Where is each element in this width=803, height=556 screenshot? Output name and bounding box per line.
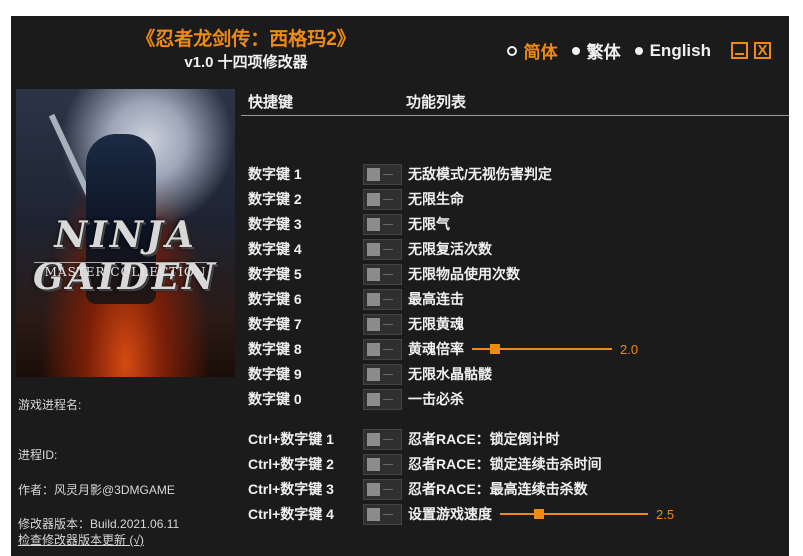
- cheat-row: 数字键 2 无限生命: [248, 188, 464, 210]
- cheat-row: Ctrl+数字键 2 忍者RACE：锁定连续击杀时间: [248, 453, 602, 475]
- hotkey-label: 数字键 5: [248, 266, 302, 282]
- slider-track: [500, 513, 648, 515]
- trainer-subtitle: v1.0 十四项修改器: [184, 54, 308, 71]
- cheat-row: 数字键 8 黄魂倍率 2.0: [248, 338, 638, 360]
- cheat-toggle[interactable]: [363, 363, 402, 385]
- hotkey-label: Ctrl+数字键 2: [248, 456, 334, 472]
- cheat-label: 无限物品使用次数: [408, 266, 520, 282]
- lang-label: 简体: [523, 43, 558, 62]
- hotkey-label: 数字键 4: [248, 241, 302, 257]
- cheat-label: 一击必杀: [408, 391, 464, 407]
- cheat-row: 数字键 3 无限气: [248, 213, 450, 235]
- cheat-label: 无限黄魂: [408, 316, 464, 332]
- cheat-row: Ctrl+数字键 3 忍者RACE：最高连续击杀数: [248, 478, 588, 500]
- cheat-label: 无限生命: [408, 191, 464, 207]
- hotkey-label: 数字键 2: [248, 191, 302, 207]
- cheat-row: 数字键 1 无敌模式/无视伤害判定: [248, 163, 552, 185]
- cheat-toggle[interactable]: [363, 338, 402, 360]
- speed-slider[interactable]: [500, 503, 648, 525]
- hotkey-label: 数字键 7: [248, 316, 302, 332]
- slider-thumb[interactable]: [490, 344, 500, 354]
- cheat-row: 数字键 9 无限水晶骷髅: [248, 363, 492, 385]
- hotkey-header: 快捷键: [248, 94, 294, 111]
- multiplier-slider[interactable]: [472, 338, 612, 360]
- minimize-icon[interactable]: [731, 42, 748, 59]
- cheat-row: 数字键 4 无限复活次数: [248, 238, 492, 260]
- cheat-label: 黄魂倍率: [408, 341, 464, 357]
- game-title: 《忍者龙剑传：西格玛2》: [136, 29, 356, 50]
- radio-icon: [634, 46, 643, 55]
- cheat-row: 数字键 6 最高连击: [248, 288, 464, 310]
- lang-label: English: [649, 40, 711, 60]
- cover-collection: MASTER COLLECTION: [34, 262, 217, 279]
- cheat-toggle[interactable]: [363, 238, 402, 260]
- hotkey-label: 数字键 1: [248, 166, 302, 182]
- cheat-toggle[interactable]: [363, 428, 402, 450]
- features-header: 功能列表: [406, 94, 467, 111]
- cheat-label: 无限复活次数: [408, 241, 492, 257]
- slider-value: 2.5: [656, 506, 675, 522]
- slider-value: 2.0: [620, 341, 639, 357]
- update-check-link[interactable]: 检查修改器版本更新 (√): [18, 531, 144, 548]
- cheat-label: 设置游戏速度: [408, 506, 492, 522]
- hotkey-label: Ctrl+数字键 4: [248, 506, 334, 522]
- cheat-label: 无敌模式/无视伤害判定: [408, 166, 552, 182]
- cheat-toggle[interactable]: [363, 313, 402, 335]
- cheat-toggle[interactable]: [363, 188, 402, 210]
- cheat-label: 无限气: [408, 216, 450, 232]
- cheat-label: 无限水晶骷髅: [408, 366, 492, 382]
- cheat-row: 数字键 0 一击必杀: [248, 388, 464, 410]
- lang-option-simplified[interactable]: 简体: [506, 38, 558, 63]
- version-label: 修改器版本：Build.2021.06.11: [18, 517, 180, 531]
- cheat-label: 忍者RACE：锁定连续击杀时间: [408, 456, 602, 472]
- lang-option-traditional[interactable]: 繁体: [571, 38, 621, 63]
- cheat-toggle[interactable]: [363, 388, 402, 410]
- cheat-toggle[interactable]: [363, 478, 402, 500]
- hotkey-label: 数字键 9: [248, 366, 302, 382]
- slider-thumb[interactable]: [534, 509, 544, 519]
- lang-label: 繁体: [586, 43, 621, 62]
- hotkey-label: 数字键 6: [248, 291, 302, 307]
- cheat-toggle[interactable]: [363, 503, 402, 525]
- cheat-label: 忍者RACE：最高连续击杀数: [408, 481, 588, 497]
- game-cover-image: NINJA GAIDEN MASTER COLLECTION: [16, 89, 235, 377]
- cheat-toggle[interactable]: [363, 453, 402, 475]
- cheat-toggle[interactable]: [363, 263, 402, 285]
- cheat-toggle[interactable]: [363, 163, 402, 185]
- cheat-toggle[interactable]: [363, 213, 402, 235]
- process-id-label: 进程ID:: [18, 448, 58, 462]
- lang-option-english[interactable]: English: [634, 40, 711, 61]
- trainer-window: 《忍者龙剑传：西格玛2》 v1.0 十四项修改器 简体 繁体 English X…: [11, 16, 789, 556]
- cover-logo: NINJA GAIDEN: [32, 214, 219, 298]
- hotkey-label: 数字键 0: [248, 391, 302, 407]
- cheat-row: Ctrl+数字键 1 忍者RACE：锁定倒计时: [248, 428, 560, 450]
- cheat-label: 忍者RACE：锁定倒计时: [408, 431, 560, 447]
- cheat-toggle[interactable]: [363, 288, 402, 310]
- cheat-row: 数字键 7 无限黄魂: [248, 313, 464, 335]
- radio-icon: [571, 46, 580, 55]
- hotkey-label: 数字键 8: [248, 341, 302, 357]
- close-icon[interactable]: X: [754, 42, 771, 59]
- header-divider: [241, 115, 789, 116]
- cheat-row: Ctrl+数字键 4 设置游戏速度 2.5: [248, 503, 674, 525]
- hotkey-label: Ctrl+数字键 1: [248, 431, 334, 447]
- hotkey-label: 数字键 3: [248, 216, 302, 232]
- title-block: 《忍者龙剑传：西格玛2》 v1.0 十四项修改器: [101, 28, 391, 74]
- radio-icon: [506, 45, 517, 56]
- process-name-label: 游戏进程名:: [18, 398, 82, 412]
- language-bar: 简体 繁体 English X: [506, 38, 771, 63]
- cheat-label: 最高连击: [408, 291, 464, 307]
- cheat-row: 数字键 5 无限物品使用次数: [248, 263, 520, 285]
- hotkey-label: Ctrl+数字键 3: [248, 481, 334, 497]
- author-label: 作者：风灵月影@3DMGAME: [18, 483, 175, 497]
